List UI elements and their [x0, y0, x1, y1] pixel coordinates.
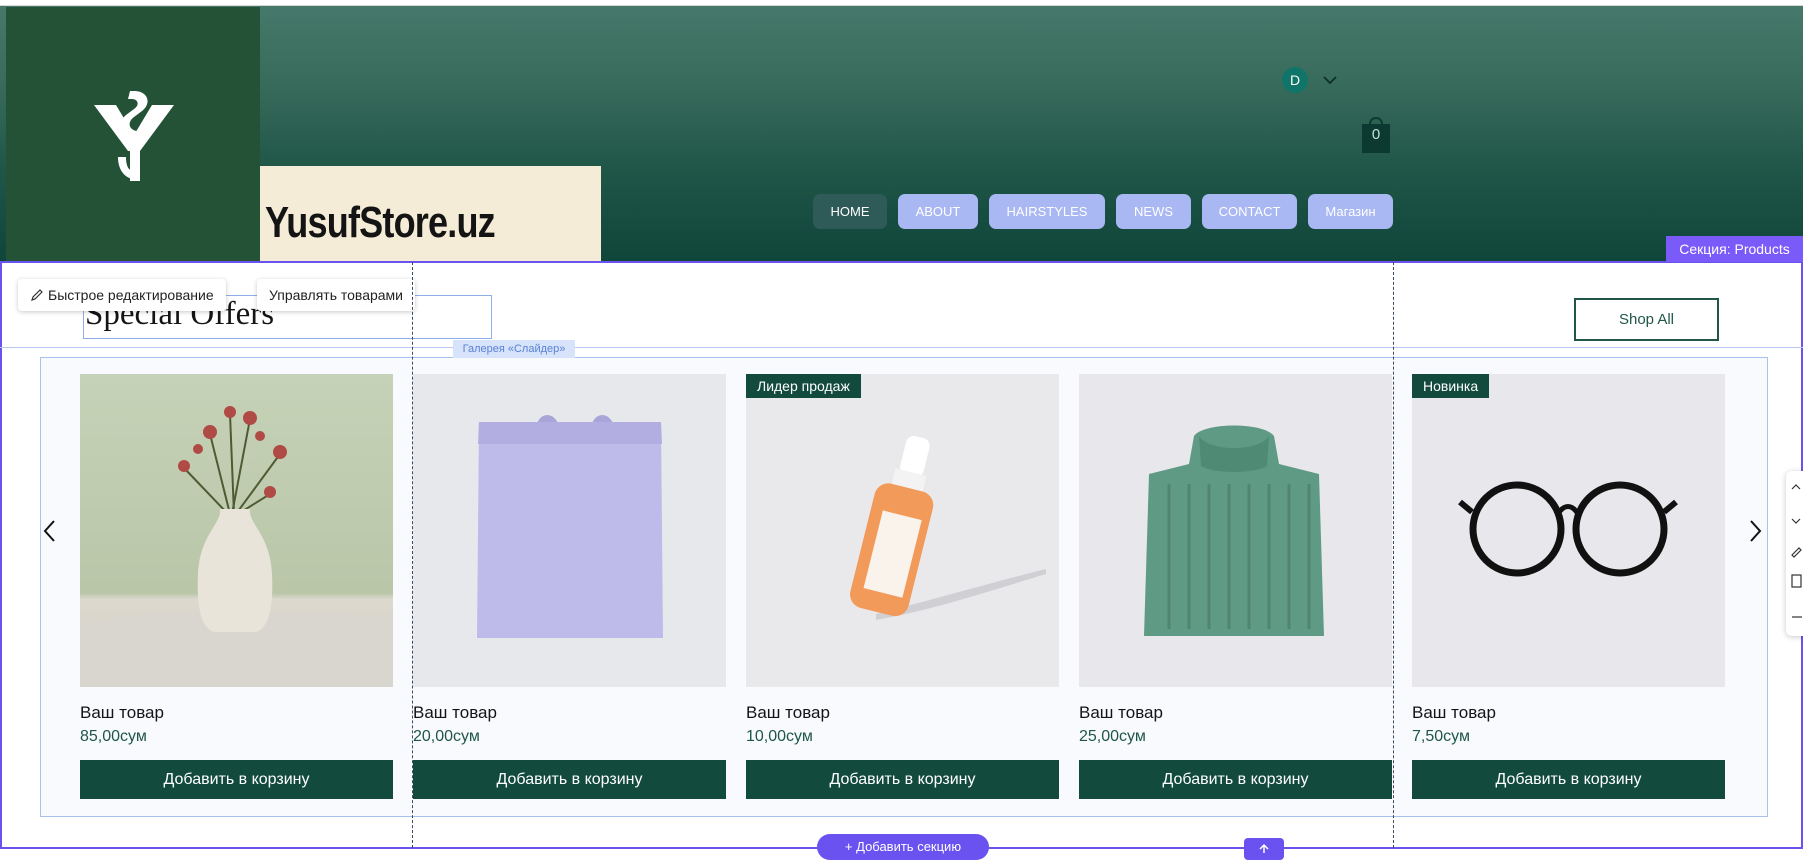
product-price: 7,50сум — [1412, 728, 1470, 745]
serum-bottle-image — [850, 435, 1046, 620]
product-price: 10,00сум — [746, 728, 813, 745]
product-name[interactable]: Ваш товар — [413, 703, 497, 723]
bestseller-badge: Лидер продаж — [746, 374, 861, 398]
add-section-button[interactable]: + Добавить секцию — [817, 834, 989, 860]
new-badge: Новинка — [1412, 374, 1490, 398]
product-name[interactable]: Ваш товар — [1079, 703, 1163, 723]
product-image[interactable] — [746, 374, 1059, 687]
site-logo[interactable] — [6, 7, 260, 261]
nav-home[interactable]: HOME — [813, 194, 887, 229]
move-section-up-button[interactable] — [1244, 838, 1284, 860]
shop-all-button[interactable]: Shop All — [1574, 298, 1719, 341]
section-divider — [0, 347, 1803, 348]
nav-contact[interactable]: CONTACT — [1202, 194, 1297, 229]
quick-edit-label: Быстрое редактирование — [48, 287, 214, 303]
product-image[interactable] — [1079, 374, 1392, 687]
vase-with-flowers-image — [80, 406, 393, 687]
manage-products-button[interactable]: Управлять товарами — [257, 279, 416, 311]
eyeglasses-image — [1458, 481, 1678, 577]
arrow-up-icon — [1259, 843, 1269, 853]
knit-sweater-image — [1144, 425, 1324, 636]
add-to-cart-button[interactable]: Добавить в корзину — [1412, 760, 1725, 799]
chevron-down-icon[interactable] — [1320, 70, 1340, 90]
quick-edit-button[interactable]: Быстрое редактирование — [18, 279, 226, 311]
add-to-cart-button[interactable]: Добавить в корзину — [1079, 760, 1392, 799]
product-price: 85,00сум — [80, 728, 147, 745]
product-image[interactable] — [80, 374, 393, 687]
product-image[interactable] — [1412, 374, 1725, 687]
slider-prev-arrow-icon[interactable] — [39, 515, 61, 547]
pencil-icon — [31, 289, 43, 301]
product-image[interactable] — [413, 374, 726, 687]
product-name[interactable]: Ваш товар — [1412, 703, 1496, 723]
nav-hairstyles[interactable]: HAIRSTYLES — [989, 194, 1105, 229]
nav-shop[interactable]: Магазин — [1308, 194, 1393, 229]
editor-top-strip — [0, 0, 1803, 6]
add-to-cart-button[interactable]: Добавить в корзину — [746, 760, 1059, 799]
product-name[interactable]: Ваш товар — [80, 703, 164, 723]
logo-monogram-icon — [94, 91, 174, 181]
brand-name[interactable]: YusufStore.uz — [265, 198, 496, 248]
product-price: 25,00сум — [1079, 728, 1146, 745]
product-name[interactable]: Ваш товар — [746, 703, 830, 723]
user-avatar[interactable]: D — [1282, 67, 1308, 93]
product-price: 20,00сум — [413, 728, 480, 745]
nav-news[interactable]: NEWS — [1116, 194, 1191, 229]
layout-guide-left — [412, 262, 413, 848]
slider-next-arrow-icon[interactable] — [1744, 515, 1766, 547]
cart-count: 0 — [1371, 126, 1381, 143]
side-panel-icons — [1791, 484, 1802, 618]
add-to-cart-button[interactable]: Добавить в корзину — [80, 760, 393, 799]
tote-bag-image — [477, 415, 663, 638]
section-label[interactable]: Секция: Products — [1666, 236, 1803, 262]
nav-about[interactable]: ABOUT — [898, 194, 978, 229]
editor-side-panel[interactable] — [1786, 471, 1803, 636]
gallery-label: Галерея «Слайдер» — [453, 340, 575, 358]
add-to-cart-button[interactable]: Добавить в корзину — [413, 760, 726, 799]
layout-guide-right — [1393, 262, 1394, 848]
